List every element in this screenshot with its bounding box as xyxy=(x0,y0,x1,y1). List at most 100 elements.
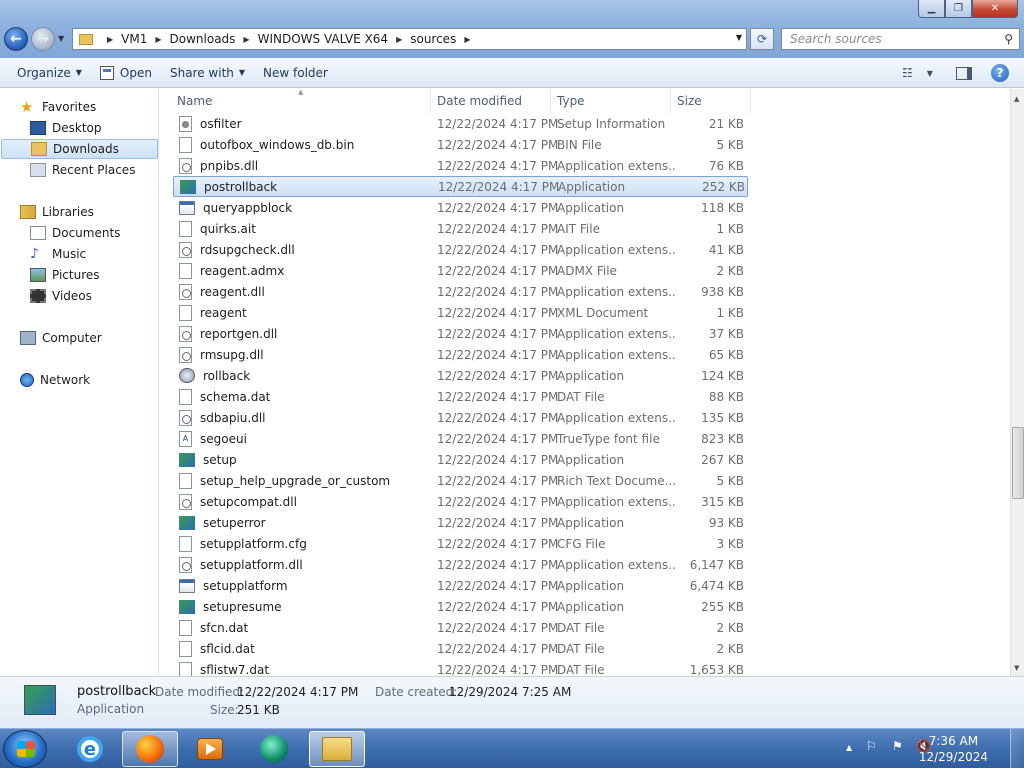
close-button[interactable]: ✕ xyxy=(972,0,1018,18)
scroll-down-icon[interactable]: ▼ xyxy=(1014,664,1019,672)
start-button[interactable] xyxy=(3,730,47,768)
back-button[interactable]: ← xyxy=(4,27,28,51)
chevron-right-icon[interactable]: ▶ xyxy=(396,35,402,44)
nav-libraries[interactable]: Libraries xyxy=(20,202,94,222)
show-hidden-icons[interactable]: ▲ xyxy=(846,743,852,752)
column-header-size[interactable]: Size xyxy=(671,89,751,113)
vertical-scrollbar[interactable]: ▲ ▼ xyxy=(1010,89,1024,676)
file-date: 12/22/2024 4:17 PM xyxy=(437,452,559,467)
nav-computer[interactable]: Computer xyxy=(20,328,102,348)
file-row[interactable]: quirks.ait 12/22/2024 4:17 PM AIT File 1 KB xyxy=(173,218,748,239)
file-row[interactable]: reagent.admx 12/22/2024 4:17 PM ADMX File 2… xyxy=(173,260,748,281)
system-clock[interactable]: 7:36 AM 12/29/2024 xyxy=(919,733,988,765)
file-row[interactable]: setupplatform.cfg 12/22/2024 4:17 PM CFG F… xyxy=(173,533,748,554)
scrollbar-thumb[interactable] xyxy=(1012,427,1024,499)
taskbar-browser[interactable] xyxy=(246,731,302,767)
file-row[interactable]: setupcompat.dll 12/22/2024 4:17 PM Applica… xyxy=(173,491,748,512)
file-row[interactable]: Asegoeui 12/22/2024 4:17 PM TrueType font … xyxy=(173,428,748,449)
nav-music[interactable]: ♪ Music xyxy=(30,244,86,264)
action-center-icon[interactable]: ⚐ xyxy=(866,739,877,753)
share-with-button[interactable]: Share with ▼ xyxy=(161,58,254,88)
nav-favorites[interactable]: ★ Favorites xyxy=(20,97,96,117)
file-row[interactable]: pnpibs.dll 12/22/2024 4:17 PM Application … xyxy=(173,155,748,176)
search-icon[interactable]: ⚲ xyxy=(1004,32,1013,46)
file-type: Application xyxy=(557,452,625,467)
open-button[interactable]: Open xyxy=(91,58,161,88)
taskbar-internet-explorer[interactable]: e xyxy=(62,731,118,767)
breadcrumb-windows-valve-x64[interactable]: WINDOWS VALVE X64 xyxy=(258,32,388,46)
file-name: postrollback xyxy=(204,179,278,194)
refresh-button[interactable]: ⟳ xyxy=(750,28,774,50)
flag-icon[interactable]: ⚑ xyxy=(892,739,903,753)
show-desktop-button[interactable] xyxy=(1010,729,1024,768)
scroll-up-icon[interactable]: ▲ xyxy=(1014,95,1019,103)
file-row[interactable]: setupplatform 12/22/2024 4:17 PM Applicati… xyxy=(173,575,748,596)
taskbar: e ▲ ⚐ ⚑ 🔇 7:36 AM 12/29/2024 xyxy=(0,728,1024,768)
maximize-button[interactable]: ❐ xyxy=(945,0,972,18)
chevron-right-icon[interactable]: ▶ xyxy=(243,35,249,44)
breadcrumb-vm1[interactable]: VM1 xyxy=(121,32,147,46)
file-name-cell: queryappblock xyxy=(173,200,437,215)
file-name: sflcid.dat xyxy=(200,641,255,656)
nav-desktop-label: Desktop xyxy=(52,121,102,135)
file-row[interactable]: outofbox_windows_db.bin 12/22/2024 4:17 P… xyxy=(173,134,748,155)
file-name-cell: schema.dat xyxy=(173,388,437,405)
breadcrumb-sources[interactable]: sources xyxy=(410,32,456,46)
change-view-button[interactable]: ☷ ▼ xyxy=(902,65,933,81)
nav-videos[interactable]: Videos xyxy=(30,286,92,306)
chevron-right-icon[interactable]: ▶ xyxy=(107,35,113,44)
organize-button[interactable]: Organize ▼ xyxy=(8,58,91,88)
file-row[interactable]: sfcn.dat 12/22/2024 4:17 PM DAT File 2 KB xyxy=(173,617,748,638)
taskbar-media-player[interactable] xyxy=(182,731,238,767)
new-folder-button[interactable]: New folder xyxy=(254,58,337,88)
file-row[interactable]: setuperror 12/22/2024 4:17 PM Application 9… xyxy=(173,512,748,533)
file-row[interactable]: rdsupgcheck.dll 12/22/2024 4:17 PM Applica… xyxy=(173,239,748,260)
address-bar[interactable]: ▶ VM1 ▶ Downloads ▶ WINDOWS VALVE X64 ▶ sou… xyxy=(72,28,747,50)
nav-recent-places[interactable]: Recent Places xyxy=(30,160,135,180)
file-row[interactable]: reportgen.dll 12/22/2024 4:17 PM Applicati… xyxy=(173,323,748,344)
file-row[interactable]: setup 12/22/2024 4:17 PM Application 267 KB xyxy=(173,449,748,470)
file-row[interactable]: osfilter 12/22/2024 4:17 PM Setup Informat… xyxy=(173,113,748,134)
file-name-cell: sfcn.dat xyxy=(173,619,437,636)
file-row[interactable]: postrollback 12/22/2024 4:17 PM Applicatio… xyxy=(173,176,748,197)
file-row[interactable]: setup_help_upgrade_or_custom 12/22/2024 4… xyxy=(173,470,748,491)
file-date: 12/22/2024 4:17 PM xyxy=(437,137,559,152)
file-row[interactable]: setupplatform.dll 12/22/2024 4:17 PM Appli… xyxy=(173,554,748,575)
nav-downloads[interactable]: Downloads xyxy=(1,139,158,159)
file-row[interactable]: sflcid.dat 12/22/2024 4:17 PM DAT File 2 KB xyxy=(173,638,748,659)
column-header-date-modified[interactable]: Date modified xyxy=(431,89,551,113)
file-type: TrueType font file xyxy=(557,431,660,446)
recent-pages-dropdown[interactable]: ▼ xyxy=(58,34,64,43)
forward-button[interactable]: → xyxy=(31,27,55,51)
file-row[interactable]: reagent.dll 12/22/2024 4:17 PM Application… xyxy=(173,281,748,302)
help-button[interactable]: ? xyxy=(991,64,1009,82)
minimize-button[interactable]: ▁ xyxy=(918,0,945,18)
nav-desktop[interactable]: Desktop xyxy=(30,118,102,138)
chevron-right-icon[interactable]: ▶ xyxy=(464,35,470,44)
nav-pictures[interactable]: Pictures xyxy=(30,265,100,285)
file-size: 65 KB xyxy=(708,347,744,362)
column-header-type[interactable]: Type xyxy=(551,89,671,113)
file-row[interactable]: setupresume 12/22/2024 4:17 PM Application… xyxy=(173,596,748,617)
file-row[interactable]: queryappblock 12/22/2024 4:17 PM Applicati… xyxy=(173,197,748,218)
file-row[interactable]: sflistw7.dat 12/22/2024 4:17 PM DAT File 1,… xyxy=(173,659,748,676)
nav-documents[interactable]: Documents xyxy=(30,223,120,243)
address-dropdown[interactable]: ▼ xyxy=(736,33,742,42)
taskbar-firefox[interactable] xyxy=(122,731,178,767)
file-row[interactable]: reagent 12/22/2024 4:17 PM XML Document 1 K… xyxy=(173,302,748,323)
file-file-icon xyxy=(179,136,192,153)
preview-pane-button[interactable] xyxy=(956,65,972,81)
column-header-name[interactable]: ▲ Name xyxy=(160,89,431,113)
nav-network[interactable]: Network xyxy=(20,370,90,390)
file-row[interactable]: rmsupg.dll 12/22/2024 4:17 PM Application … xyxy=(173,344,748,365)
search-input[interactable]: Search sources ⚲ xyxy=(781,28,1020,50)
folder-icon xyxy=(79,33,93,45)
file-row[interactable]: schema.dat 12/22/2024 4:17 PM DAT File 88 K… xyxy=(173,386,748,407)
chevron-down-icon[interactable]: ▼ xyxy=(927,69,933,78)
breadcrumb-downloads[interactable]: Downloads xyxy=(170,32,236,46)
taskbar-windows-explorer[interactable] xyxy=(309,731,365,767)
file-row[interactable]: sdbapiu.dll 12/22/2024 4:17 PM Application… xyxy=(173,407,748,428)
file-row[interactable]: rollback 12/22/2024 4:17 PM Application 124… xyxy=(173,365,748,386)
chevron-right-icon[interactable]: ▶ xyxy=(155,35,161,44)
file-name: sflistw7.dat xyxy=(200,662,270,677)
